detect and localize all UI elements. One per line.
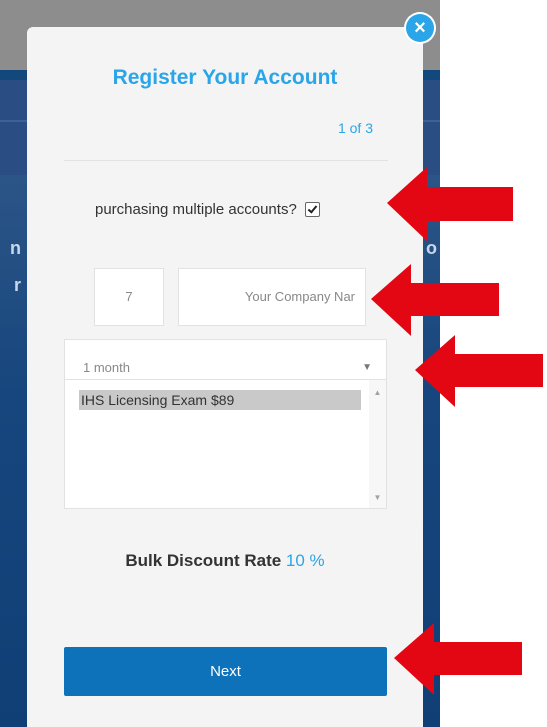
- close-button[interactable]: ×: [406, 14, 434, 42]
- multiple-accounts-label: purchasing multiple accounts?: [95, 201, 297, 218]
- annotation-arrow-icon: [394, 623, 522, 695]
- divider: [64, 160, 388, 161]
- modal-title: Register Your Account: [112, 66, 338, 89]
- bulk-discount-row: Bulk Discount Rate 10 %: [27, 551, 423, 571]
- company-name-input[interactable]: Your Company Nar: [178, 268, 366, 326]
- bulk-discount-value: 10 %: [285, 551, 325, 570]
- annotation-arrow-icon: [415, 335, 543, 407]
- scroll-down-icon[interactable]: ▼: [369, 489, 386, 506]
- scroll-up-icon[interactable]: ▲: [369, 384, 386, 401]
- multiple-accounts-row: purchasing multiple accounts?: [95, 201, 320, 218]
- annotation-arrow-icon: [371, 264, 499, 336]
- quantity-field[interactable]: 7: [94, 268, 164, 326]
- product-listbox[interactable]: IHS Licensing Exam $89 ▲ ▼: [64, 379, 387, 509]
- list-item[interactable]: IHS Licensing Exam $89: [79, 390, 361, 410]
- period-selected-value: 1 month: [83, 360, 130, 375]
- listbox-scrollbar[interactable]: ▲ ▼: [369, 380, 386, 508]
- multiple-accounts-checkbox[interactable]: [304, 202, 320, 217]
- bulk-discount-label: Bulk Discount Rate: [125, 551, 282, 570]
- background-text-fragment: n: [10, 238, 21, 258]
- next-button[interactable]: Next: [64, 647, 387, 696]
- background-text-fragment: r: [14, 275, 22, 295]
- step-indicator: 1 of 3: [337, 120, 373, 136]
- annotation-arrow-icon: [387, 167, 513, 241]
